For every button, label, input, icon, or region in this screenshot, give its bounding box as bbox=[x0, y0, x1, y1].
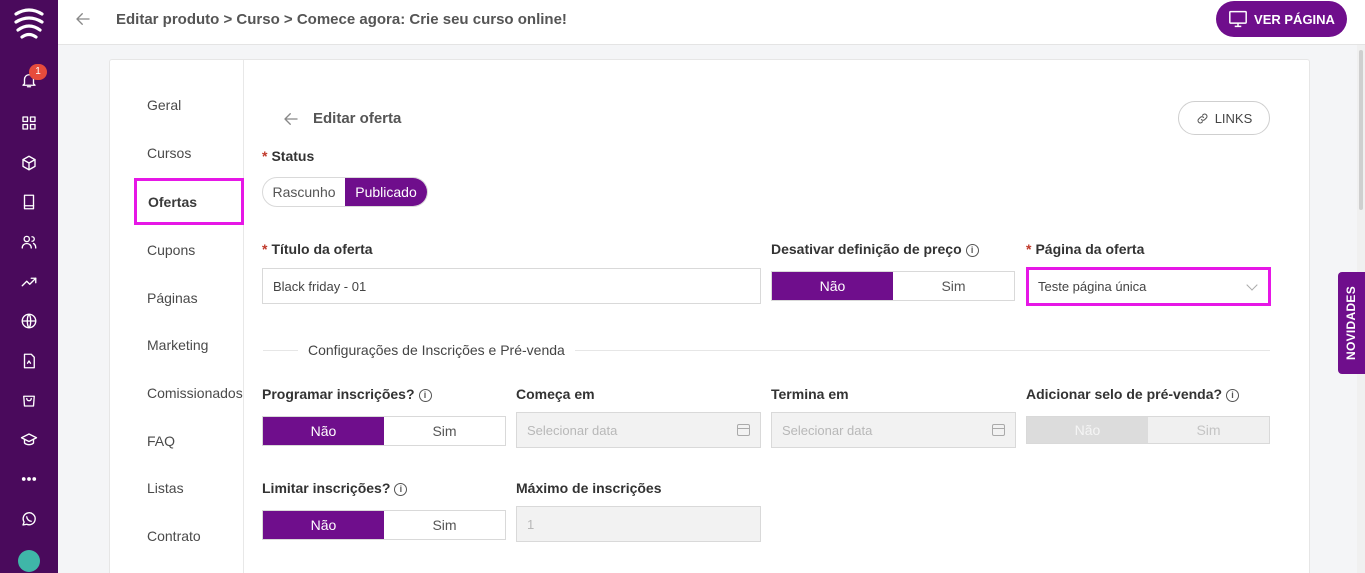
user-avatar[interactable] bbox=[18, 550, 40, 572]
presale-toggle: Não Sim bbox=[1026, 416, 1270, 444]
status-toggle: Rascunho Publicado bbox=[262, 177, 428, 207]
info-icon[interactable]: i bbox=[418, 388, 432, 402]
top-bar: Editar produto > Curso > Comece agora: C… bbox=[58, 0, 1365, 45]
whatsapp-icon[interactable] bbox=[19, 509, 39, 529]
graduation-cap-icon[interactable] bbox=[19, 430, 39, 450]
offer-title-label: * Título da oferta bbox=[262, 241, 373, 257]
section-title: Editar oferta bbox=[313, 110, 402, 127]
subnav-item-cupons[interactable]: Cupons bbox=[147, 242, 195, 258]
calendar-icon bbox=[992, 424, 1005, 436]
info-icon[interactable]: i bbox=[1226, 388, 1240, 402]
chevron-down-icon bbox=[1246, 279, 1258, 291]
ends-placeholder: Selecionar data bbox=[782, 422, 873, 438]
schedule-label: Programar inscrições? i bbox=[262, 386, 432, 402]
subnav-item-paginas[interactable]: Páginas bbox=[147, 290, 198, 306]
limit-label: Limitar inscrições? i bbox=[262, 480, 408, 496]
ends-date-input[interactable]: Selecionar data bbox=[771, 412, 1016, 448]
shopping-bag-icon[interactable] bbox=[19, 390, 39, 410]
links-button[interactable]: LINKS bbox=[1178, 101, 1270, 135]
subnav-item-ofertas[interactable]: Ofertas bbox=[134, 178, 244, 225]
view-page-label: VER PÁGINA bbox=[1254, 11, 1335, 27]
info-icon[interactable]: i bbox=[965, 243, 979, 257]
subnav-item-faq[interactable]: FAQ bbox=[147, 433, 175, 449]
max-inscricoes-input[interactable]: 1 bbox=[516, 506, 761, 542]
offer-page-label: * Página da oferta bbox=[1026, 241, 1145, 257]
presale-option-sim[interactable]: Sim bbox=[1148, 417, 1269, 443]
calendar-icon bbox=[737, 424, 750, 436]
brand-logo-icon[interactable] bbox=[10, 4, 48, 42]
disable-price-label: Desativar definição de preço i bbox=[771, 241, 979, 257]
left-rail: 1 bbox=[0, 0, 58, 573]
book-icon[interactable] bbox=[19, 192, 39, 212]
info-icon[interactable]: i bbox=[394, 482, 408, 496]
product-subnav: Geral Cursos Ofertas Cupons Páginas Mark… bbox=[110, 60, 244, 573]
starts-placeholder: Selecionar data bbox=[527, 422, 618, 438]
more-dots-icon[interactable] bbox=[19, 469, 39, 489]
max-label: Máximo de inscrições bbox=[516, 480, 662, 496]
product-box-icon[interactable] bbox=[19, 153, 39, 173]
trending-up-icon[interactable] bbox=[19, 272, 39, 292]
offer-title-input[interactable]: Black friday - 01 bbox=[262, 268, 761, 304]
users-icon[interactable] bbox=[19, 232, 39, 252]
schedule-option-nao[interactable]: Não bbox=[263, 417, 384, 445]
offer-page-select[interactable]: Teste página única bbox=[1026, 267, 1271, 306]
subnav-item-geral[interactable]: Geral bbox=[147, 97, 181, 113]
divider-label: Configurações de Inscrições e Pré-venda bbox=[298, 342, 575, 358]
page-scrollbar-thumb[interactable] bbox=[1359, 50, 1363, 210]
starts-label: Começa em bbox=[516, 386, 595, 402]
subnav-item-listas[interactable]: Listas bbox=[147, 480, 184, 496]
status-option-publicado[interactable]: Publicado bbox=[345, 178, 427, 206]
schedule-toggle: Não Sim bbox=[262, 416, 506, 446]
disable-price-option-sim[interactable]: Sim bbox=[893, 272, 1014, 300]
subnav-item-contrato[interactable]: Contrato bbox=[147, 528, 201, 544]
disable-price-toggle: Não Sim bbox=[771, 271, 1015, 301]
link-icon bbox=[1197, 113, 1208, 123]
disable-price-option-nao[interactable]: Não bbox=[772, 272, 893, 300]
offer-page-value: Teste página única bbox=[1038, 279, 1147, 294]
back-arrow-icon[interactable] bbox=[74, 10, 96, 32]
novidades-side-tab[interactable]: NOVIDADES bbox=[1338, 272, 1365, 374]
starts-date-input[interactable]: Selecionar data bbox=[516, 412, 761, 448]
globe-icon[interactable] bbox=[19, 311, 39, 331]
breadcrumb: Editar produto > Curso > Comece agora: C… bbox=[116, 11, 567, 28]
ends-label: Termina em bbox=[771, 386, 849, 402]
subnav-item-cursos[interactable]: Cursos bbox=[147, 145, 191, 161]
subnav-item-comissionados[interactable]: Comissionados bbox=[147, 385, 243, 401]
monitor-icon bbox=[1229, 10, 1247, 28]
notification-badge: 1 bbox=[29, 64, 47, 80]
links-label: LINKS bbox=[1214, 110, 1253, 126]
limit-option-sim[interactable]: Sim bbox=[384, 511, 505, 539]
schedule-option-sim[interactable]: Sim bbox=[384, 417, 505, 445]
status-option-rascunho[interactable]: Rascunho bbox=[263, 178, 345, 206]
limit-option-nao[interactable]: Não bbox=[263, 511, 384, 539]
dashboard-grid-icon[interactable] bbox=[19, 113, 39, 133]
limit-toggle: Não Sim bbox=[262, 510, 506, 540]
back-to-offers-arrow-icon[interactable] bbox=[282, 110, 302, 130]
presale-option-nao[interactable]: Não bbox=[1027, 417, 1148, 443]
status-label: * Status bbox=[262, 148, 315, 164]
subnav-item-marketing[interactable]: Marketing bbox=[147, 337, 208, 353]
presale-label: Adicionar selo de pré-venda? i bbox=[1026, 386, 1240, 402]
content-card: Geral Cursos Ofertas Cupons Páginas Mark… bbox=[109, 59, 1310, 573]
document-icon[interactable] bbox=[19, 351, 39, 371]
view-page-button[interactable]: VER PÁGINA bbox=[1216, 1, 1347, 37]
